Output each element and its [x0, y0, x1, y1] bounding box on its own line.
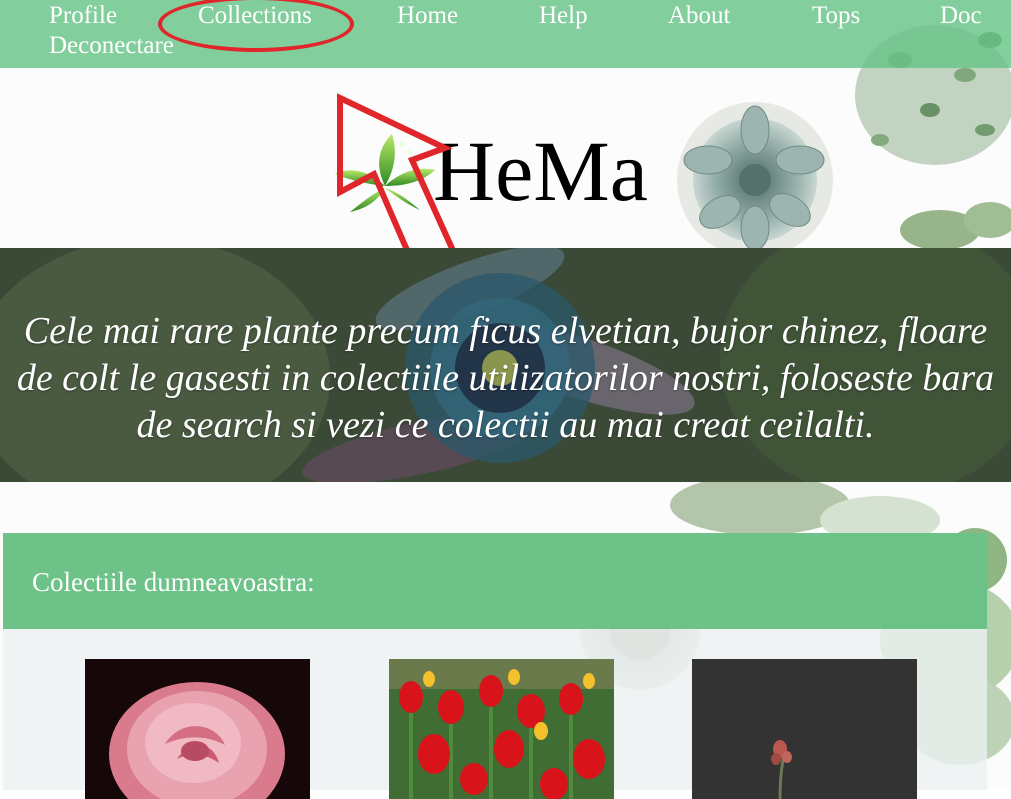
collection-card-2[interactable]: [389, 659, 614, 799]
collection-card-3[interactable]: [692, 659, 917, 799]
red-tulips-image: [389, 659, 614, 799]
nav-link-home[interactable]: Home: [397, 1, 458, 31]
nav-link-collections[interactable]: Collections: [198, 1, 312, 31]
collection-card-1[interactable]: [85, 659, 310, 799]
nav-link-tops[interactable]: Tops: [812, 1, 860, 31]
top-navbar: Profile Collections Home Help About Tops…: [0, 0, 1011, 68]
nav-link-about[interactable]: About: [668, 1, 731, 31]
pink-rose-image: [85, 659, 310, 799]
nav-link-profile[interactable]: Profile: [49, 1, 117, 31]
nav-link-doc[interactable]: Doc: [940, 1, 982, 31]
dark-flower-image: [692, 659, 917, 799]
collections-section: Colectiile dumneavoastra:: [3, 533, 987, 799]
nav-link-deconectare[interactable]: Deconectare: [49, 31, 174, 61]
nav-link-help[interactable]: Help: [539, 1, 588, 31]
collections-title: Colectiile dumneavoastra:: [32, 567, 315, 597]
collections-header: Colectiile dumneavoastra:: [3, 533, 987, 629]
hero-text: Cele mai rare plante precum ficus elveti…: [16, 310, 995, 446]
hero-banner: Cele mai rare plante precum ficus elveti…: [0, 248, 1011, 482]
